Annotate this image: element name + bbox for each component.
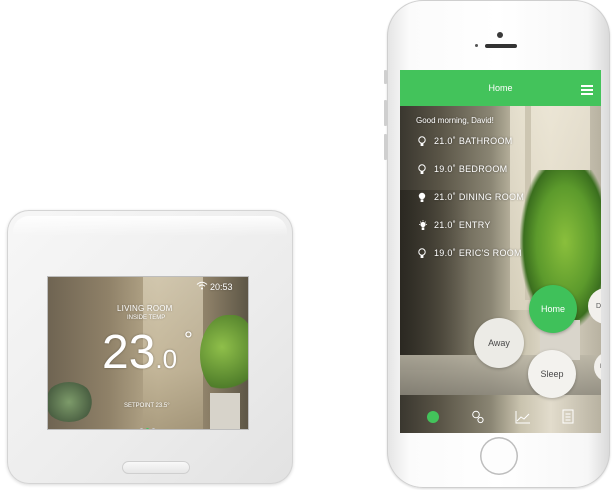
room-name: BATHROOM xyxy=(458,136,513,146)
front-camera xyxy=(497,32,503,38)
thermostat-button[interactable] xyxy=(122,461,190,474)
phone-body: Home Good morning, David! 21.0˚ BATHROOM… xyxy=(384,0,610,488)
page-dot xyxy=(140,428,143,429)
room-item-dining-room[interactable]: 21.0˚ DINING ROOM xyxy=(418,192,524,220)
wifi-icon xyxy=(196,281,208,293)
chart-icon[interactable] xyxy=(515,409,531,425)
room-name: ERIC'S ROOM xyxy=(458,248,522,258)
room-item-erics-room[interactable]: 19.0˚ ERIC'S ROOM xyxy=(418,248,524,276)
bulb-off-icon xyxy=(418,248,428,259)
room-name: BEDROOM xyxy=(458,164,508,174)
earpiece-speaker xyxy=(485,44,517,48)
room-item-bathroom[interactable]: 21.0˚ BATHROOM xyxy=(418,136,524,164)
temperature-decimal: .0 xyxy=(155,344,178,374)
room-name: ENTRY xyxy=(458,220,491,230)
bulb-off-icon xyxy=(418,136,428,147)
page-indicator xyxy=(140,418,158,429)
room-item-bedroom[interactable]: 19.0˚ BEDROOM xyxy=(418,164,524,192)
mode-sleep-button[interactable]: Sleep xyxy=(528,350,576,398)
room-name: DINING ROOM xyxy=(458,192,525,202)
bulb-on-icon xyxy=(418,192,428,203)
app-screen: Home Good morning, David! 21.0˚ BATHROOM… xyxy=(400,70,601,433)
thermostat-device: 20:53 LIVING ROOM INSIDE TEMP 23.0 ° SET… xyxy=(7,210,293,484)
schedule-icon[interactable] xyxy=(560,409,576,425)
home-nav-icon[interactable] xyxy=(425,409,441,425)
app-title: Home xyxy=(488,83,513,93)
mode-away-button[interactable]: Away xyxy=(474,318,524,368)
room-name: LIVING ROOM xyxy=(117,304,173,313)
current-temperature: 23.0 xyxy=(102,325,177,380)
temperature-integer: 23 xyxy=(102,326,156,379)
bulb-off-icon xyxy=(418,164,428,175)
hamburger-menu-icon[interactable] xyxy=(581,85,593,95)
rooms-icon[interactable] xyxy=(470,409,486,425)
room-temp: 19.0˚ xyxy=(434,164,457,174)
degree-symbol: ° xyxy=(184,327,193,352)
smartphone: Home Good morning, David! 21.0˚ BATHROOM… xyxy=(384,0,613,490)
mute-switch xyxy=(384,70,387,84)
volume-down-button xyxy=(384,134,387,160)
room-list: 21.0˚ BATHROOM 19.0˚ BEDROOM 21.0˚ DININ… xyxy=(418,136,524,276)
inside-temp-label: INSIDE TEMP xyxy=(127,315,166,321)
room-temp: 21.0˚ xyxy=(434,136,457,146)
setpoint-label: SETPOINT 23.5° xyxy=(124,403,170,409)
room-temp: 21.0˚ xyxy=(434,220,457,230)
background-plant xyxy=(200,315,248,395)
clock-time: 20:53 xyxy=(210,282,233,292)
page-dot xyxy=(152,428,155,429)
app-header: Home xyxy=(400,70,601,106)
bezel-highlight xyxy=(13,216,287,236)
mode-home-button[interactable]: Home xyxy=(529,285,577,333)
room-temp: 21.0˚ xyxy=(434,192,457,202)
room-temp: 19.0˚ xyxy=(434,248,457,258)
background-pot xyxy=(210,393,240,429)
greeting-text: Good morning, David! xyxy=(416,116,494,125)
home-button[interactable] xyxy=(480,437,518,475)
bottom-nav xyxy=(400,400,601,433)
background-succulent xyxy=(48,382,94,422)
volume-up-button xyxy=(384,100,387,126)
proximity-sensor xyxy=(475,44,478,47)
thermostat-screen[interactable]: 20:53 LIVING ROOM INSIDE TEMP 23.0 ° SET… xyxy=(48,277,248,429)
page-dot-active xyxy=(146,428,149,429)
bulb-on-icon xyxy=(418,220,428,231)
room-item-entry[interactable]: 21.0˚ ENTRY xyxy=(418,220,524,248)
